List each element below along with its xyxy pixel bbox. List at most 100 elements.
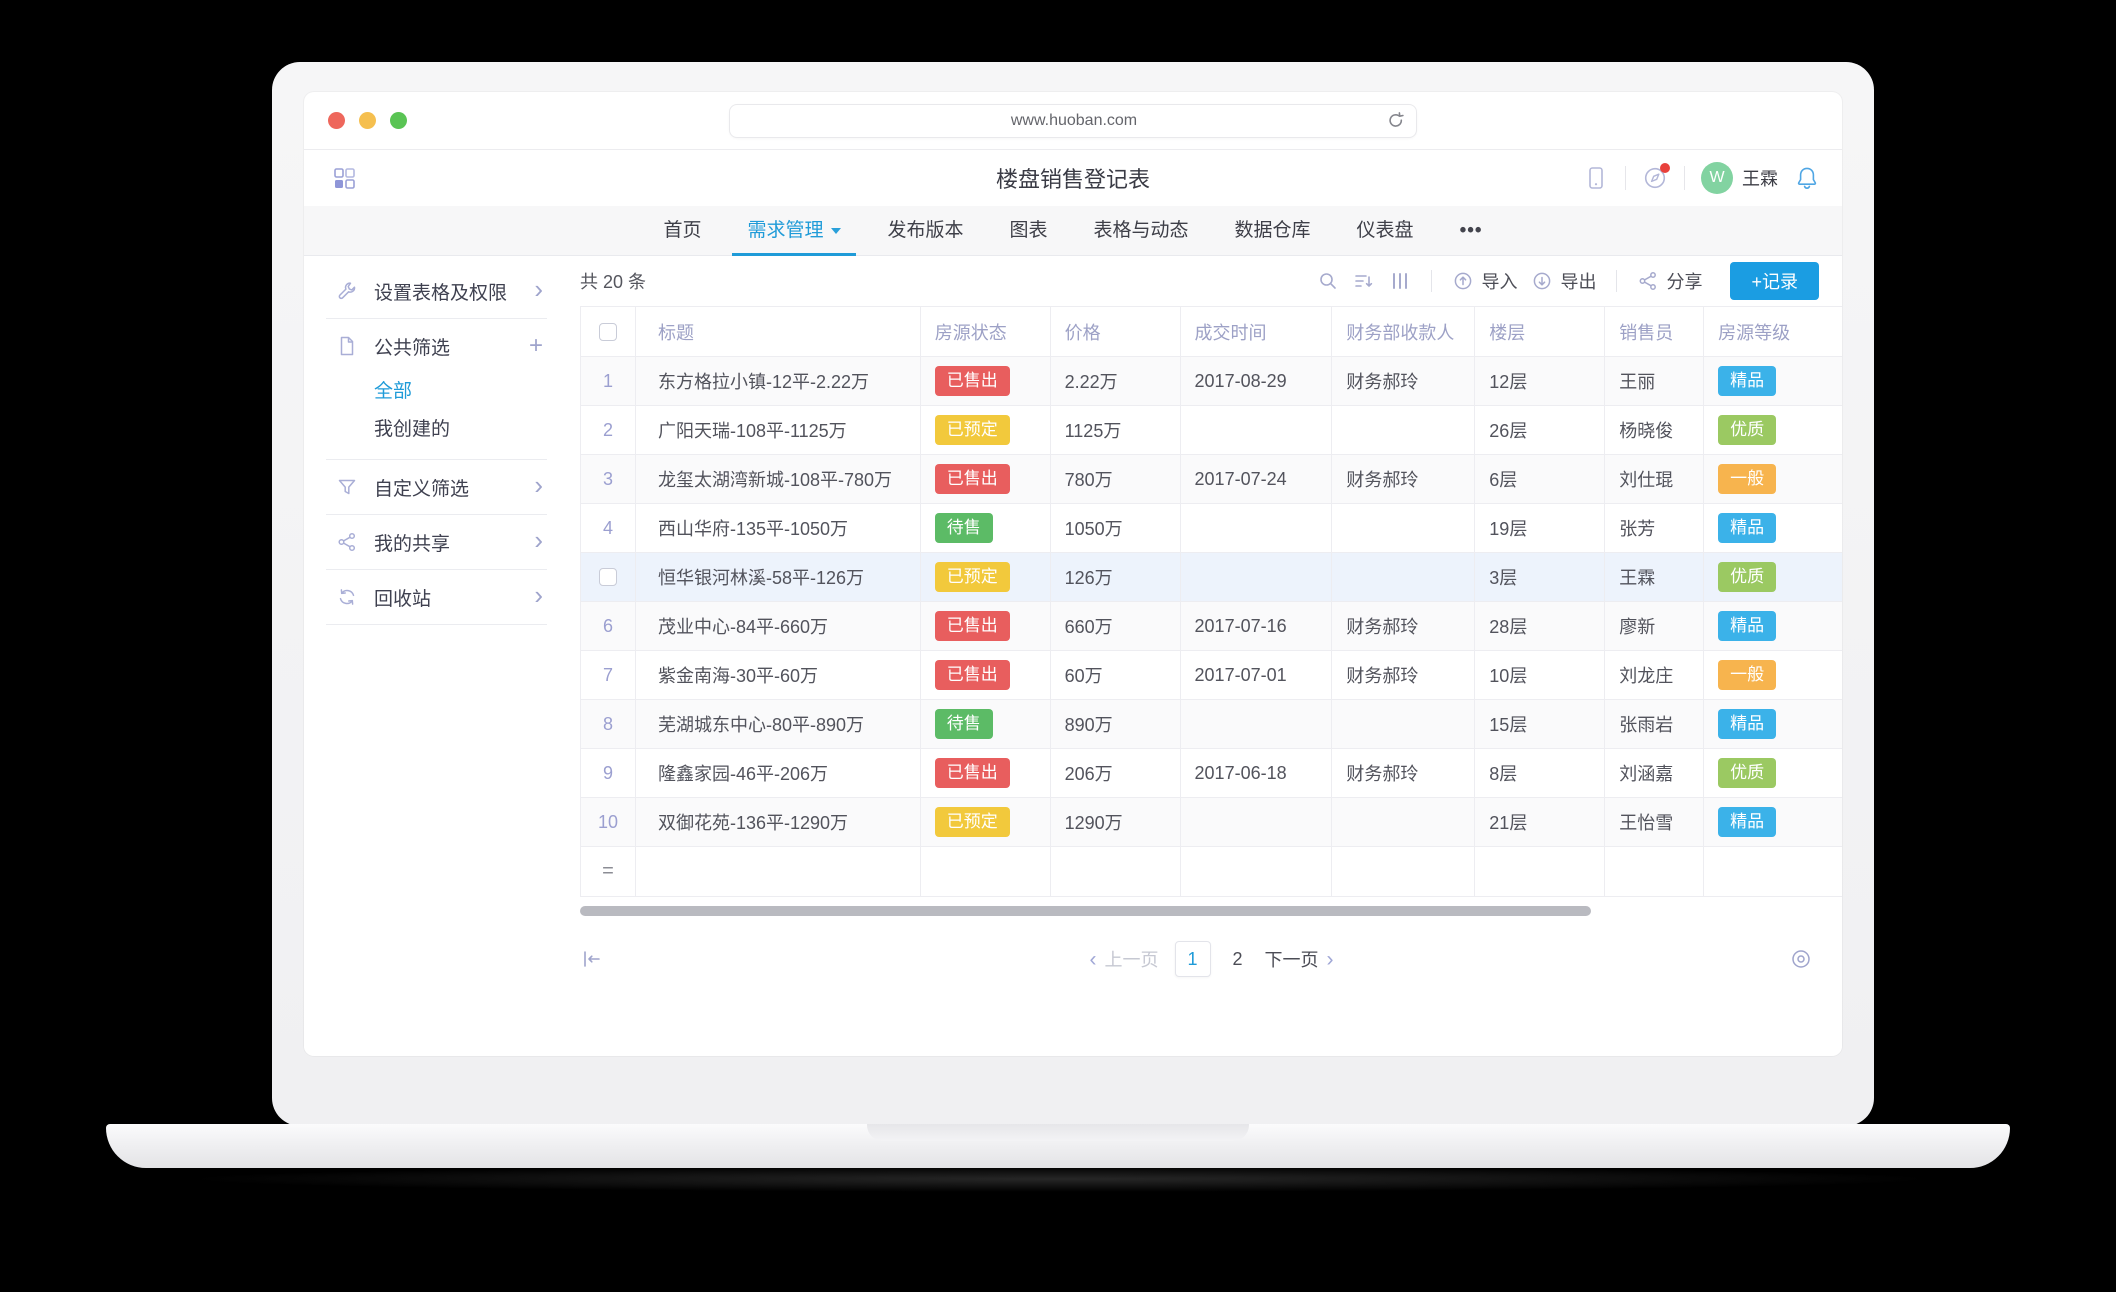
summary-row: = [581, 847, 1842, 897]
table-row[interactable]: 7紫金南海-30平-60万已售出60万2017-07-01财务郝玲10层刘龙庄一… [581, 651, 1842, 700]
tab-item[interactable]: 图表 [987, 206, 1071, 255]
cell-deal-date: 2017-06-18 [1181, 749, 1333, 797]
avatar: W [1701, 162, 1733, 194]
prev-page-button[interactable]: ‹上一页 [1089, 946, 1158, 972]
import-button[interactable]: 导入 [1452, 268, 1517, 294]
column-header[interactable]: 销售员 [1605, 307, 1704, 356]
reload-icon[interactable] [1386, 111, 1406, 131]
url-input[interactable] [730, 111, 1386, 131]
phone-icon[interactable] [1583, 165, 1609, 191]
cell-price: 780万 [1051, 455, 1181, 503]
summary-cell [1181, 847, 1333, 896]
row-select-cell: 4 [581, 504, 636, 552]
chevron-right-icon: › [534, 276, 543, 302]
cell-payee: 财务郝玲 [1332, 455, 1475, 503]
select-all-cell [581, 307, 636, 356]
cell-payee: 财务郝玲 [1332, 602, 1475, 650]
laptop-shadow [180, 1166, 1940, 1192]
column-header[interactable]: 楼层 [1475, 307, 1605, 356]
cell-payee: 财务郝玲 [1332, 651, 1475, 699]
column-header[interactable]: 房源状态 [921, 307, 1051, 356]
table-row[interactable]: 10双御花苑-136平-1290万已预定1290万21层王怡雪精品 [581, 798, 1842, 847]
row-select-cell: 9 [581, 749, 636, 797]
status-badge: 已售出 [935, 758, 1010, 788]
header-actions: W 王霖 [1583, 150, 1820, 206]
bell-icon[interactable] [1794, 165, 1820, 191]
tab-label: 发布版本 [887, 206, 963, 255]
tab-item[interactable]: 需求管理 [724, 206, 864, 255]
tab-item[interactable]: 数据仓库 [1212, 206, 1334, 255]
minimize-window-button[interactable] [359, 112, 376, 129]
plus-icon[interactable]: + [529, 334, 543, 358]
tab-more[interactable]: ••• [1437, 206, 1506, 255]
tab-item[interactable]: 首页 [640, 206, 724, 255]
summary-cell [1605, 847, 1704, 896]
status-badge: 已售出 [935, 366, 1010, 396]
row-number: 6 [603, 616, 613, 637]
sidebar-item-label: 回收站 [374, 584, 534, 611]
column-header[interactable]: 房源等级 [1704, 307, 1842, 356]
table-header-row: 标题房源状态价格成交时间财务部收款人楼层销售员房源等级 [581, 307, 1842, 357]
cell-salesperson: 廖新 [1605, 602, 1704, 650]
chevron-right-icon: › [534, 582, 543, 608]
page-number[interactable]: 2 [1226, 949, 1248, 970]
search-icon[interactable] [1317, 270, 1339, 292]
sidebar-item-recycle-bin[interactable]: 回收站 › [304, 572, 557, 622]
table-row[interactable]: 9隆鑫家园-46平-206万已售出206万2017-06-18财务郝玲8层刘涵嘉… [581, 749, 1842, 798]
filter-created-by-me[interactable]: 我创建的 [374, 411, 557, 449]
cell-status: 已预定 [921, 406, 1051, 454]
column-header[interactable]: 成交时间 [1181, 307, 1333, 356]
table-footer: ‹上一页 12 下一页› [580, 916, 1842, 1002]
horizontal-scrollbar[interactable] [580, 906, 1591, 916]
cell-price: 2.22万 [1051, 357, 1181, 405]
cell-grade: 一般 [1704, 455, 1842, 503]
page-number-current[interactable]: 1 [1174, 941, 1210, 977]
table-row[interactable]: 4西山华府-135平-1050万待售1050万19层张芳精品 [581, 504, 1842, 553]
column-header[interactable]: 价格 [1051, 307, 1181, 356]
table-row[interactable]: 恒华银河林溪-58平-126万已预定126万3层王霖优质 [581, 553, 1842, 602]
zoom-window-button[interactable] [390, 112, 407, 129]
cell-status: 已售出 [921, 357, 1051, 405]
summary-cell [636, 847, 921, 896]
next-page-button[interactable]: 下一页› [1265, 946, 1334, 972]
cell-floor: 15层 [1475, 700, 1605, 748]
table-row[interactable]: 8芜湖城东中心-80平-890万待售890万15层张雨岩精品 [581, 700, 1842, 749]
apps-grid-icon[interactable] [332, 166, 356, 190]
address-bar[interactable] [729, 104, 1417, 138]
board-icon[interactable] [1389, 270, 1411, 292]
add-record-button[interactable]: +记录 [1730, 262, 1819, 300]
cell-price: 60万 [1051, 651, 1181, 699]
sidebar-item-public-filters[interactable]: 公共筛选 + [304, 321, 557, 371]
collapse-sidebar-icon[interactable] [580, 947, 604, 971]
table-row[interactable]: 3龙玺太湖湾新城-108平-780万已售出780万2017-07-24财务郝玲6… [581, 455, 1842, 504]
tab-item[interactable]: 发布版本 [864, 206, 986, 255]
summary-symbol[interactable]: = [581, 847, 636, 896]
filter-icon [336, 476, 358, 498]
export-button[interactable]: 导出 [1531, 268, 1596, 294]
status-badge: 已预定 [935, 415, 1010, 445]
sidebar-item-table-settings[interactable]: 设置表格及权限 › [304, 266, 557, 316]
filter-all[interactable]: 全部 [374, 373, 557, 411]
tab-item[interactable]: 仪表盘 [1334, 206, 1437, 255]
table-row[interactable]: 1东方格拉小镇-12平-2.22万已售出2.22万2017-08-29财务郝玲1… [581, 357, 1842, 406]
row-checkbox[interactable] [599, 568, 617, 586]
table-row[interactable]: 2广阳天瑞-108平-1125万已预定1125万26层杨晓俊优质 [581, 406, 1842, 455]
sort-icon[interactable] [1353, 270, 1375, 292]
table-row[interactable]: 6茂业中心-84平-660万已售出660万2017-07-16财务郝玲28层廖新… [581, 602, 1842, 651]
browser-chrome [304, 92, 1842, 150]
tab-item[interactable]: 表格与动态 [1071, 206, 1212, 255]
column-header[interactable]: 标题 [636, 307, 921, 356]
sidebar-item-my-shares[interactable]: 我的共享 › [304, 517, 557, 567]
share-button[interactable]: 分享 [1637, 268, 1702, 294]
select-all-checkbox[interactable] [599, 323, 617, 341]
sidebar: 设置表格及权限 › 公共筛选 + 全部 我创建的 [304, 256, 557, 1053]
view-circle-icon[interactable] [1789, 947, 1813, 971]
column-header[interactable]: 财务部收款人 [1332, 307, 1475, 356]
import-label: 导入 [1481, 268, 1517, 294]
filter-list: 全部 我创建的 [304, 371, 557, 457]
compass-icon[interactable] [1642, 165, 1668, 191]
cell-salesperson: 杨晓俊 [1605, 406, 1704, 454]
close-window-button[interactable] [328, 112, 345, 129]
user-menu[interactable]: W 王霖 [1701, 162, 1778, 194]
sidebar-item-custom-filters[interactable]: 自定义筛选 › [304, 462, 557, 512]
